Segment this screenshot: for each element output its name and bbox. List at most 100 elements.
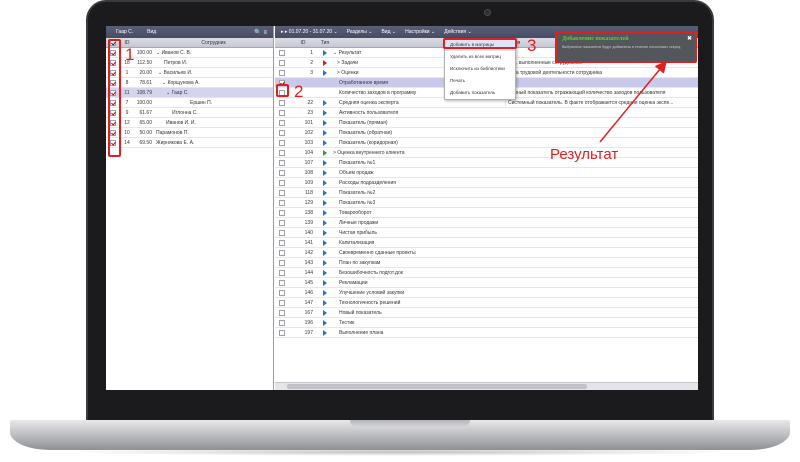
indicator-check-cell <box>275 59 289 66</box>
indicator-type <box>317 239 333 246</box>
indicator-row[interactable]: 104 > Оценка внутреннего клиента <box>275 148 698 158</box>
view-menu[interactable]: Вид <box>147 29 156 35</box>
indicator-checkbox[interactable] <box>279 199 285 206</box>
indicator-row[interactable]: 196 Тестик <box>275 318 698 328</box>
indicator-row[interactable]: 197 Выполнение плана <box>275 328 698 338</box>
period-selector[interactable]: ▸ ▸ 01.07.20 - 31.07.20 ⌄ <box>281 29 338 35</box>
view-menu-right[interactable]: Вид ⌄ <box>381 29 396 35</box>
indicator-row[interactable]: 141 Капитализация <box>275 238 698 248</box>
sections-menu[interactable]: Разделы ⌄ <box>347 29 373 35</box>
employee-row[interactable]: 14 69.50 Жирнякова Е. А. <box>106 138 273 148</box>
indicator-checkbox[interactable] <box>279 99 285 106</box>
indicator-checkbox[interactable] <box>279 169 285 176</box>
indicator-check-cell <box>275 319 289 326</box>
search-icon[interactable]: 🔍 ≡ <box>254 29 267 36</box>
indicator-row[interactable]: 108 Объем продаж <box>275 168 698 178</box>
indicator-checkbox[interactable] <box>279 119 285 126</box>
type-flag-icon <box>323 259 327 266</box>
indicator-check-cell <box>275 99 289 106</box>
indicator-row[interactable]: 145 Рекламации <box>275 278 698 288</box>
indicator-row[interactable]: 167 Новый показатель <box>275 308 698 318</box>
indicator-row[interactable]: 140 Чистая прибыль <box>275 228 698 238</box>
indicator-checkbox[interactable] <box>279 139 285 146</box>
type-flag-icon <box>323 279 327 286</box>
indicator-checkbox[interactable] <box>279 109 285 116</box>
indicator-row[interactable]: 129 Показатель №3 <box>275 198 698 208</box>
indicator-check-cell <box>275 299 289 306</box>
indicator-checkbox[interactable] <box>279 219 285 226</box>
indicator-checkbox[interactable] <box>279 329 285 336</box>
indicator-checkbox[interactable] <box>279 319 285 326</box>
settings-menu[interactable]: Настройки ⌄ <box>405 29 435 35</box>
indicator-row[interactable]: 144 Безошибочность подгот.док <box>275 268 698 278</box>
menu-add-indicator[interactable]: Добавить показатель <box>445 87 515 99</box>
indicator-type <box>317 289 333 296</box>
indicator-row[interactable]: 109 Расходы подразделения <box>275 178 698 188</box>
indicator-name: Товарооборот <box>339 209 372 216</box>
indicator-name: Выполнение плана <box>339 329 384 336</box>
indicator-type <box>317 279 333 286</box>
indicator-row[interactable]: 146 Улучшение условий закупки <box>275 288 698 298</box>
indicator-checkbox[interactable] <box>279 159 285 166</box>
indicator-check-cell <box>275 129 289 136</box>
menu-exclude-from-library[interactable]: Исключить из библиотеки <box>445 63 515 75</box>
employee-row[interactable]: 10 50.00 Парамонов П. <box>106 128 273 138</box>
employee-row[interactable]: 8 78.61 ⌄ Корщунова А. <box>106 78 273 88</box>
indicator-id: 101 <box>304 119 313 126</box>
annotation-number-2: 2 <box>294 82 304 101</box>
employee-row[interactable]: 12 65.00 Иванов И. И. <box>106 118 273 128</box>
indicator-checkbox[interactable] <box>279 249 285 256</box>
employee-name: Жирнякова Е. А. <box>156 139 195 146</box>
indicator-row[interactable]: 23 Активность пользователя <box>275 108 698 118</box>
indicator-checkbox[interactable] <box>279 179 285 186</box>
indicator-checkbox[interactable] <box>279 59 285 66</box>
annotation-result-label: Результат <box>550 146 619 163</box>
indicator-type <box>317 249 333 256</box>
indicator-checkbox[interactable] <box>279 309 285 316</box>
indicator-checkbox[interactable] <box>279 279 285 286</box>
scrollbar-thumb[interactable] <box>287 384 587 389</box>
type-flag-icon <box>323 109 327 116</box>
indicator-checkbox[interactable] <box>279 289 285 296</box>
employee-row[interactable]: 11 108.79 ⌄ Гаар С. <box>106 88 273 98</box>
indicator-checkbox[interactable] <box>279 259 285 266</box>
indicator-row[interactable]: 142 Своевременно сданные проекты <box>275 248 698 258</box>
indicator-row[interactable]: 147 Технологичность решений <box>275 298 698 308</box>
actions-menu[interactable]: Действия ⌄ <box>444 29 472 35</box>
indicator-id: 141 <box>304 239 313 246</box>
indicator-row[interactable]: 101 Показатель (прямая) <box>275 118 698 128</box>
indicator-type <box>317 129 333 136</box>
indicator-id: 146 <box>304 289 313 296</box>
indicator-checkbox[interactable] <box>279 299 285 306</box>
indicator-name: Показатель №1 <box>339 159 376 166</box>
indicator-checkbox[interactable] <box>279 149 285 156</box>
laptop-mockup: Гаар С. Вид 🔍 ≡ ID Сотрудник 100.00 ⌄ Ива… <box>0 0 800 462</box>
employee-row[interactable]: 1 20.00 ⌄ Васильев И. <box>106 68 273 78</box>
indicator-row[interactable]: 143 План по закупкам <box>275 258 698 268</box>
indicator-name: Показатель (коридорная) <box>339 139 398 146</box>
indicator-checkbox[interactable] <box>279 269 285 276</box>
menu-remove-from-all-matrices[interactable]: Удалить из всех матриц <box>445 51 515 63</box>
menu-print[interactable]: Печать <box>445 75 515 87</box>
indicator-checkbox[interactable] <box>279 209 285 216</box>
employee-row[interactable]: 9 61.67 Иглонна С. <box>106 108 273 118</box>
indicator-checkbox[interactable] <box>279 229 285 236</box>
employee-value: 112.50 <box>137 59 152 66</box>
indicator-row[interactable]: 118 Показатель №2 <box>275 188 698 198</box>
employee-row[interactable]: 7 100.00 Ершин П. <box>106 98 273 108</box>
indicator-row[interactable]: 103 Показатель (коридорная) <box>275 138 698 148</box>
indicator-row[interactable]: 102 Показатель (обратная) <box>275 128 698 138</box>
indicator-type <box>317 229 333 236</box>
indicator-row[interactable]: 138 Товарооборот <box>275 208 698 218</box>
indicator-id: 103 <box>304 139 313 146</box>
horizontal-scrollbar[interactable] <box>275 382 698 390</box>
indicator-checkbox[interactable] <box>279 239 285 246</box>
indicator-row[interactable]: 107 Показатель №1 <box>275 158 698 168</box>
user-menu[interactable]: Гаар С. <box>116 29 133 35</box>
indicator-row[interactable]: 139 Личные продажи <box>275 218 698 228</box>
indicator-checkbox[interactable] <box>279 69 285 76</box>
indicator-checkbox[interactable] <box>279 129 285 136</box>
indicator-checkbox[interactable] <box>279 189 285 196</box>
indicator-checkbox[interactable] <box>279 49 285 56</box>
indicator-name: Личные продажи <box>339 219 379 226</box>
